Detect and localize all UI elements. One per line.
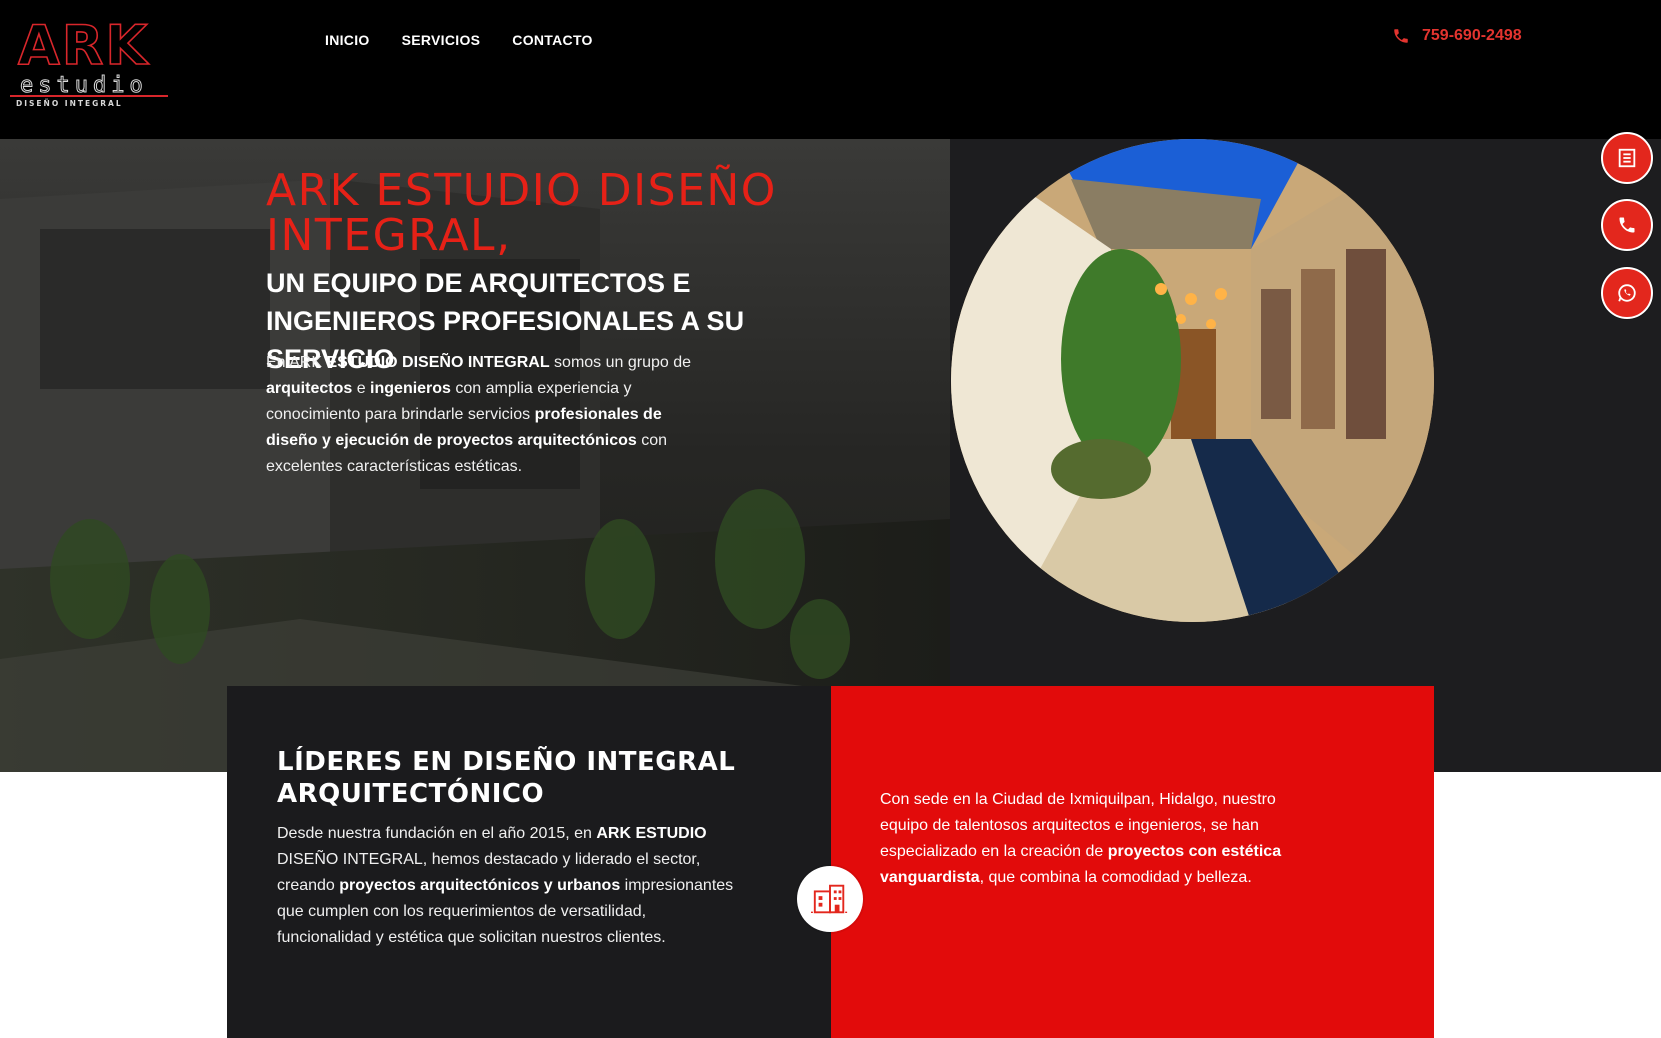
location-text: Con sede en la Ciudad de Ixmiquilpan, Hi… (880, 791, 1282, 886)
call-float-button[interactable] (1601, 199, 1653, 251)
site-header: ARK estudio DISEÑO INTEGRAL INICIO SERVI… (0, 0, 1661, 139)
phone-icon (1619, 217, 1635, 233)
quote-float-button[interactable] (1601, 132, 1653, 184)
main-nav: INICIO SERVICIOS CONTACTO (325, 32, 593, 48)
courtyard-photo (951, 139, 1434, 622)
whatsapp-icon (1618, 284, 1636, 302)
header-phone[interactable]: 759-690-2498 (1392, 27, 1522, 45)
logo-sub: estudio (20, 73, 148, 98)
building-badge (797, 866, 863, 932)
logo-letters: ARK (18, 16, 149, 77)
logo-tagline: DISEÑO INTEGRAL (16, 99, 123, 108)
building-icon (811, 884, 849, 914)
whatsapp-float-button[interactable] (1601, 267, 1653, 319)
hero-title: ARK ESTUDIO DISEÑO INTEGRAL, (266, 165, 777, 261)
nav-inicio[interactable]: INICIO (325, 32, 370, 48)
hero-description: En ARK ESTUDIO DISEÑO INTEGRAL somos un … (266, 354, 692, 475)
nav-servicios[interactable]: SERVICIOS (402, 32, 481, 48)
leaders-text: Desde nuestra fundación en el año 2015, … (277, 825, 734, 946)
ark-logo[interactable]: ARK estudio DISEÑO INTEGRAL (8, 16, 170, 108)
document-icon (1618, 148, 1636, 168)
phone-icon (1394, 29, 1408, 43)
nav-contacto[interactable]: CONTACTO (512, 32, 592, 48)
hero-section: ARK ESTUDIO DISEÑO INTEGRAL, UN EQUIPO D… (0, 139, 1661, 772)
phone-number: 759-690-2498 (1422, 27, 1522, 44)
leaders-title: LÍDERES EN DISEÑO INTEGRAL ARQUITECTÓNIC… (277, 747, 736, 809)
